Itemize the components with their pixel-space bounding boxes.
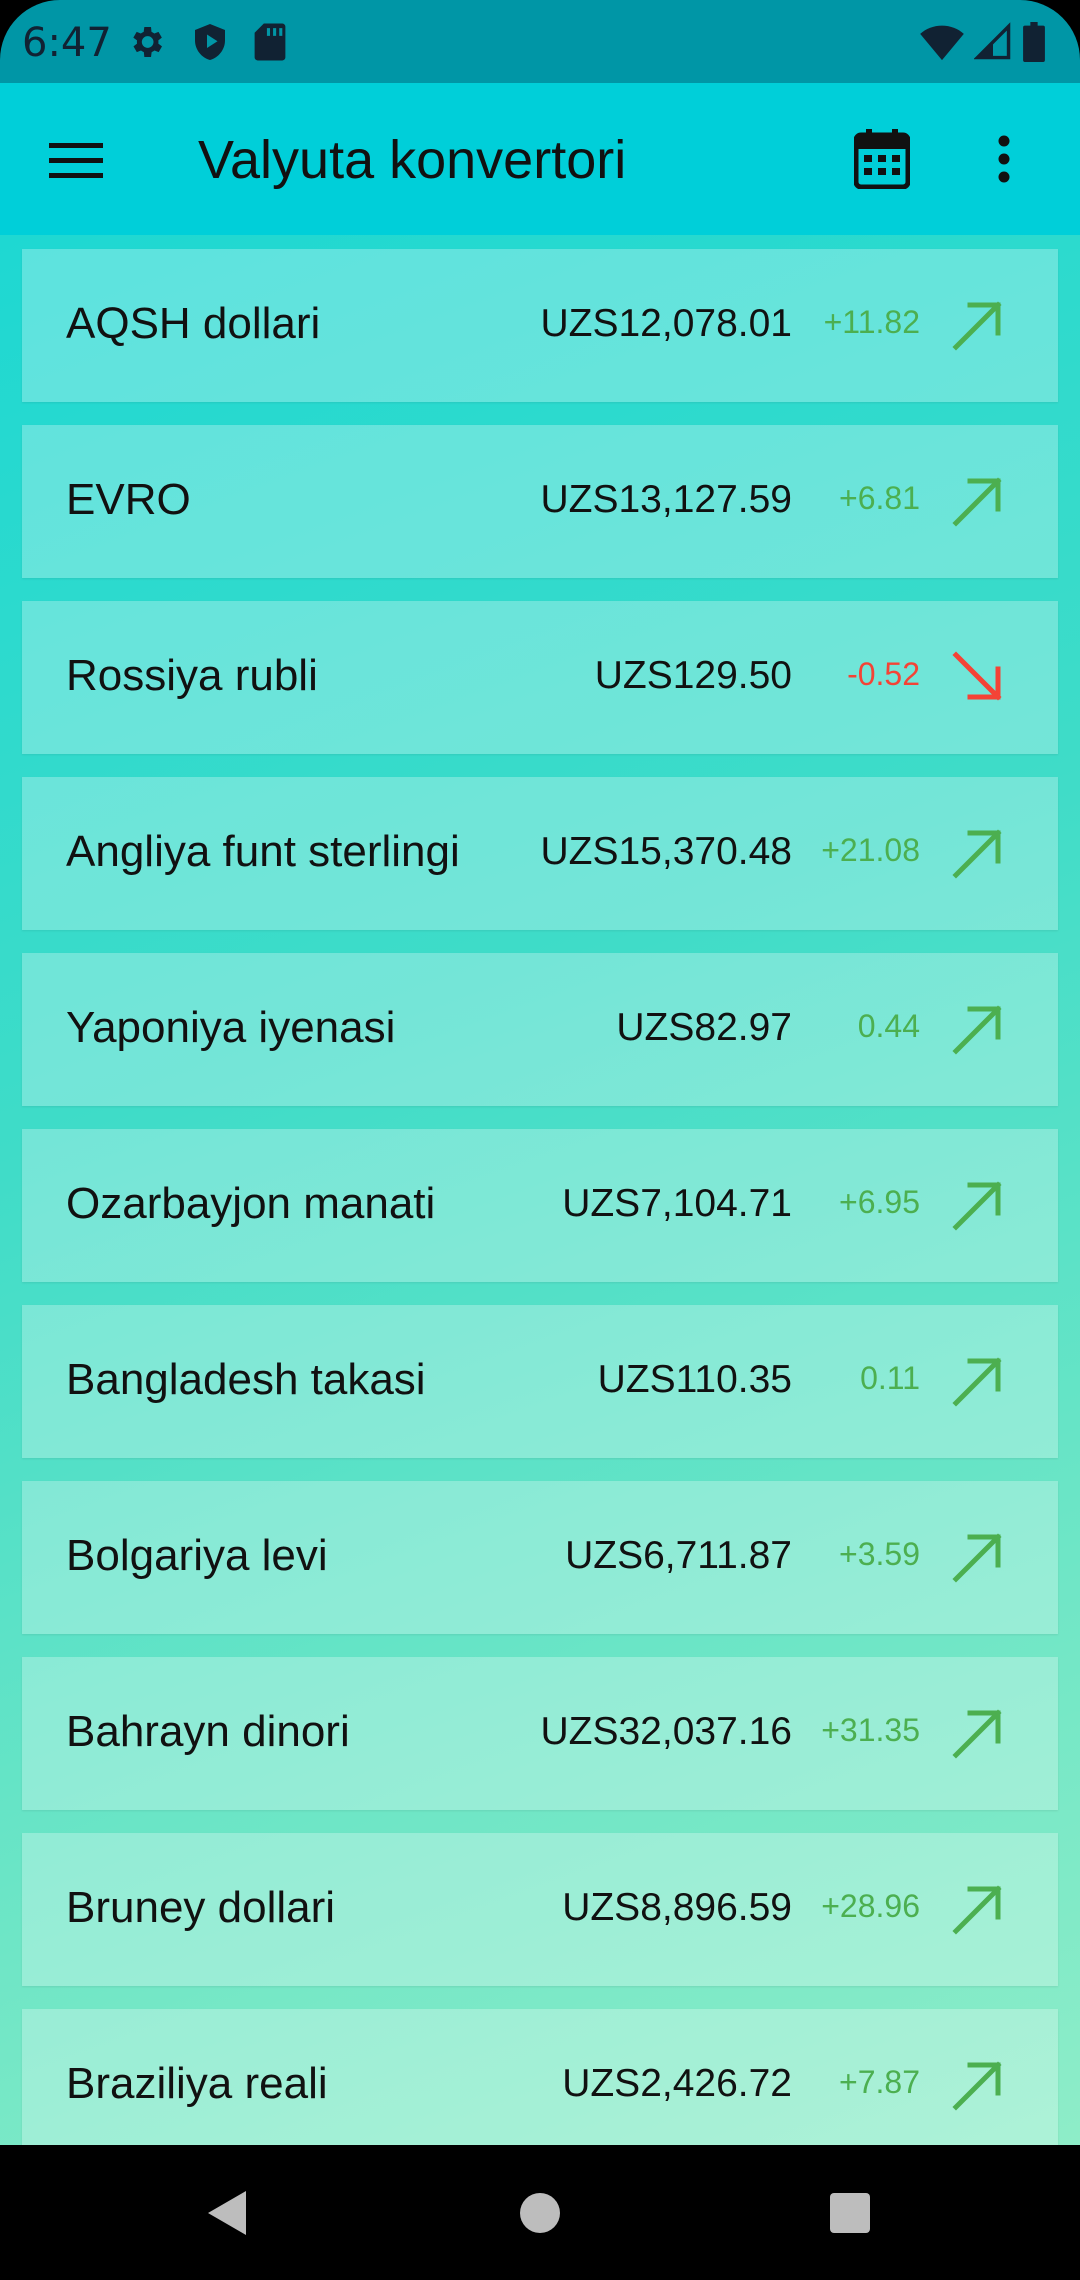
trend-up-arrow-icon (950, 1705, 1006, 1761)
navigation-bar (0, 2145, 1080, 2280)
currency-rate: UZS110.35 (597, 1358, 792, 1401)
currency-rate: UZS129.50 (594, 654, 792, 697)
currency-change: +21.08 (821, 832, 920, 868)
currency-name: Braziliya reali (66, 2059, 328, 2108)
currency-change: +6.95 (839, 1184, 920, 1220)
currency-change: +3.59 (839, 1536, 920, 1572)
currency-change: +28.96 (821, 1888, 920, 1924)
currency-rate: UZS13,127.59 (540, 478, 792, 521)
currency-rate: UZS2,426.72 (562, 2062, 792, 2105)
currency-rate: UZS12,078.01 (540, 302, 792, 345)
trend-up-arrow-icon (950, 1881, 1006, 1937)
trend-down-arrow-icon (950, 649, 1006, 705)
currency-name: Bolgariya levi (66, 1531, 328, 1580)
wifi-icon (920, 22, 964, 67)
currency-name: Bahrayn dinori (66, 1707, 350, 1756)
currency-rate: UZS15,370.48 (540, 830, 792, 873)
currency-change: +7.87 (839, 2064, 920, 2100)
list-item[interactable]: Yaponiya iyenasi UZS82.97 0.44 (22, 953, 1058, 1106)
trend-up-arrow-icon (950, 1529, 1006, 1585)
phone-screen: 6:47 Valyuta konvertori AQSH dollari UZS… (0, 0, 1080, 2280)
app-bar: Valyuta konvertori (0, 83, 1080, 235)
list-item[interactable]: Bruney dollari UZS8,896.59 +28.96 (22, 1833, 1058, 1986)
currency-change: 0.44 (857, 1008, 920, 1044)
currency-name: AQSH dollari (66, 299, 321, 348)
currency-list-container[interactable]: AQSH dollari UZS12,078.01 +11.82 EVRO UZS13,… (0, 235, 1080, 2145)
list-item[interactable]: Bolgariya levi UZS6,711.87 +3.59 (22, 1481, 1058, 1634)
battery-icon (1022, 22, 1046, 67)
currency-name: Yaponiya iyenasi (66, 1003, 396, 1052)
status-time: 6:47 (22, 20, 112, 66)
recents-square-icon[interactable] (822, 2185, 878, 2241)
currency-change: -0.52 (847, 656, 920, 692)
currency-change: +11.82 (823, 304, 920, 340)
currency-name: Angliya funt sterlingi (66, 827, 460, 876)
gear-icon (126, 22, 166, 67)
shield-play-icon (192, 22, 228, 67)
currency-rate: UZS6,711.87 (565, 1534, 792, 1577)
currency-rate: UZS82.97 (616, 1006, 792, 1049)
more-vert-icon[interactable] (980, 123, 1028, 195)
list-item[interactable]: Braziliya reali UZS2,426.72 +7.87 (22, 2009, 1058, 2145)
currency-name: Bangladesh takasi (66, 1355, 426, 1404)
currency-change: +31.35 (821, 1712, 920, 1748)
trend-up-arrow-icon (950, 1353, 1006, 1409)
back-triangle-icon[interactable] (200, 2185, 256, 2241)
currency-change: 0.11 (860, 1360, 920, 1396)
status-bar: 6:47 (0, 0, 1080, 83)
calendar-icon[interactable] (846, 123, 918, 195)
currency-rate: UZS32,037.16 (540, 1710, 792, 1753)
home-circle-icon[interactable] (512, 2185, 568, 2241)
list-item[interactable]: EVRO UZS13,127.59 +6.81 (22, 425, 1058, 578)
currency-list: AQSH dollari UZS12,078.01 +11.82 EVRO UZS13,… (22, 249, 1058, 2145)
trend-up-arrow-icon (950, 1001, 1006, 1057)
status-icons-left (126, 22, 286, 67)
list-item[interactable]: Bahrayn dinori UZS32,037.16 +31.35 (22, 1657, 1058, 1810)
currency-name: Bruney dollari (66, 1883, 336, 1932)
list-item[interactable]: Ozarbayjon manati UZS7,104.71 +6.95 (22, 1129, 1058, 1282)
trend-up-arrow-icon (950, 473, 1006, 529)
currency-change: +6.81 (839, 480, 920, 516)
currency-rate: UZS8,896.59 (562, 1886, 792, 1929)
currency-name: EVRO (66, 475, 191, 524)
cell-signal-icon (973, 22, 1012, 67)
trend-up-arrow-icon (950, 297, 1006, 353)
currency-rate: UZS7,104.71 (562, 1182, 792, 1225)
list-item[interactable]: AQSH dollari UZS12,078.01 +11.82 (22, 249, 1058, 402)
hamburger-menu-icon[interactable] (40, 125, 112, 197)
currency-name: Rossiya rubli (66, 651, 318, 700)
status-icons-right (920, 22, 1046, 67)
trend-up-arrow-icon (950, 1177, 1006, 1233)
list-item[interactable]: Rossiya rubli UZS129.50 -0.52 (22, 601, 1058, 754)
list-item[interactable]: Bangladesh takasi UZS110.35 0.11 (22, 1305, 1058, 1458)
list-item[interactable]: Angliya funt sterlingi UZS15,370.48 +21.08 (22, 777, 1058, 930)
trend-up-arrow-icon (950, 2057, 1006, 2113)
sd-card-icon (254, 22, 286, 67)
page-title: Valyuta konvertori (198, 130, 627, 190)
trend-up-arrow-icon (950, 825, 1006, 881)
currency-name: Ozarbayjon manati (66, 1179, 436, 1228)
